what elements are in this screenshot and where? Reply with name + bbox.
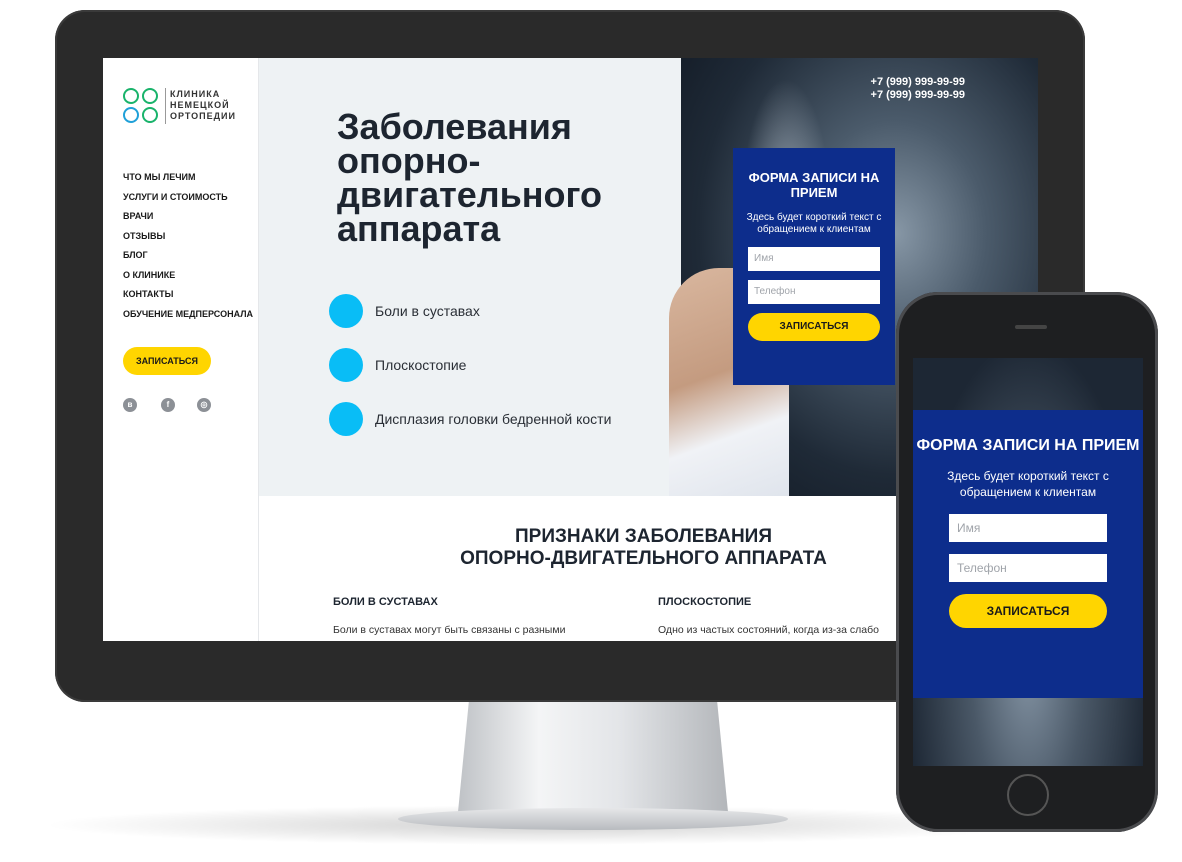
name-input[interactable]: Имя: [949, 514, 1107, 542]
mobile-phone: ФОРМА ЗАПИСИ НА ПРИЕМ Здесь будет коротк…: [896, 292, 1158, 832]
mockup-stage: КЛИНИКА НЕМЕЦКОЙ ОРТОПЕДИИ ЧТО МЫ ЛЕЧИМ …: [0, 0, 1182, 862]
phone-link[interactable]: +7 (999) 999-99-99: [819, 89, 965, 102]
logo-mark-icon: [123, 88, 161, 126]
main-menu: ЧТО МЫ ЛЕЧИМ УСЛУГИ И СТОИМОСТЬ ВРАЧИ ОТ…: [123, 168, 253, 324]
vk-icon[interactable]: в: [123, 398, 137, 412]
bullet-circle-icon: [329, 348, 363, 382]
menu-item-what-we-treat[interactable]: ЧТО МЫ ЛЕЧИМ: [123, 168, 253, 188]
condition-item[interactable]: Боли в суставах: [329, 294, 611, 348]
column-heading: ПЛОСКОСТОПИЕ: [658, 596, 752, 608]
form-subtitle: Здесь будет короткий текст с обращением …: [947, 469, 1109, 499]
logo-separator: [165, 88, 166, 124]
bullet-circle-icon: [329, 402, 363, 436]
submit-button[interactable]: ЗАПИСАТЬСЯ: [949, 594, 1107, 628]
phone-numbers: +7 (999) 999-99-99 +7 (999) 999-99-99: [819, 76, 965, 102]
appointment-form: ФОРМА ЗАПИСИ НА ПРИЕМ Здесь будет коротк…: [733, 148, 895, 385]
menu-item-contacts[interactable]: КОНТАКТЫ: [123, 285, 253, 305]
column-text: Боли в суставах могут быть связаны с раз…: [333, 624, 566, 636]
menu-item-services-prices[interactable]: УСЛУГИ И СТОИМОСТЬ: [123, 188, 253, 208]
logo-text: КЛИНИКА НЕМЕЦКОЙ ОРТОПЕДИИ: [170, 89, 236, 121]
phone-link[interactable]: +7 (999) 999-99-99: [819, 76, 965, 89]
monitor-stand-base: [398, 808, 788, 830]
mobile-screen: ФОРМА ЗАПИСИ НА ПРИЕМ Здесь будет коротк…: [913, 358, 1143, 766]
hero-title: Заболевания опорно-двигательного аппарат…: [337, 106, 603, 249]
menu-item-staff-training[interactable]: ОБУЧЕНИЕ МЕДПЕРСОНАЛА: [123, 305, 253, 325]
sidebar-signup-button[interactable]: ЗАПИСАТЬСЯ: [123, 347, 211, 375]
menu-item-reviews[interactable]: ОТЗЫВЫ: [123, 227, 253, 247]
form-title: ФОРМА ЗАПИСИ НА ПРИЕМ: [748, 170, 880, 200]
sidebar: КЛИНИКА НЕМЕЦКОЙ ОРТОПЕДИИ ЧТО МЫ ЛЕЧИМ …: [103, 58, 259, 641]
phone-input[interactable]: Телефон: [949, 554, 1107, 582]
column-text: Одно из частых состояний, когда из-за сл…: [658, 624, 879, 636]
facebook-icon[interactable]: f: [161, 398, 175, 412]
monitor-stand: [458, 702, 728, 812]
submit-button[interactable]: ЗАПИСАТЬСЯ: [748, 313, 880, 341]
home-button[interactable]: [1007, 774, 1049, 816]
instagram-icon[interactable]: ◎: [197, 398, 211, 412]
menu-item-blog[interactable]: БЛОГ: [123, 246, 253, 266]
condition-item[interactable]: Дисплазия головки бедренной кости: [329, 402, 611, 456]
form-title: ФОРМА ЗАПИСИ НА ПРИЕМ: [916, 437, 1140, 454]
phone-speaker: [1015, 325, 1047, 329]
condition-item[interactable]: Плоскостопие: [329, 348, 611, 402]
menu-item-doctors[interactable]: ВРАЧИ: [123, 207, 253, 227]
column-heading: БОЛИ В СУСТАВАХ: [333, 596, 438, 608]
bullet-circle-icon: [329, 294, 363, 328]
name-input[interactable]: Имя: [748, 247, 880, 271]
menu-item-about[interactable]: О КЛИНИКЕ: [123, 266, 253, 286]
phone-input[interactable]: Телефон: [748, 280, 880, 304]
conditions-list: Боли в суставах Плоскостопие Дисплазия г…: [329, 294, 611, 456]
form-subtitle: Здесь будет короткий текст с обращением …: [746, 212, 882, 235]
clinic-logo[interactable]: КЛИНИКА НЕМЕЦКОЙ ОРТОПЕДИИ: [123, 86, 253, 126]
mobile-appointment-form: ФОРМА ЗАПИСИ НА ПРИЕМ Здесь будет коротк…: [913, 410, 1143, 698]
